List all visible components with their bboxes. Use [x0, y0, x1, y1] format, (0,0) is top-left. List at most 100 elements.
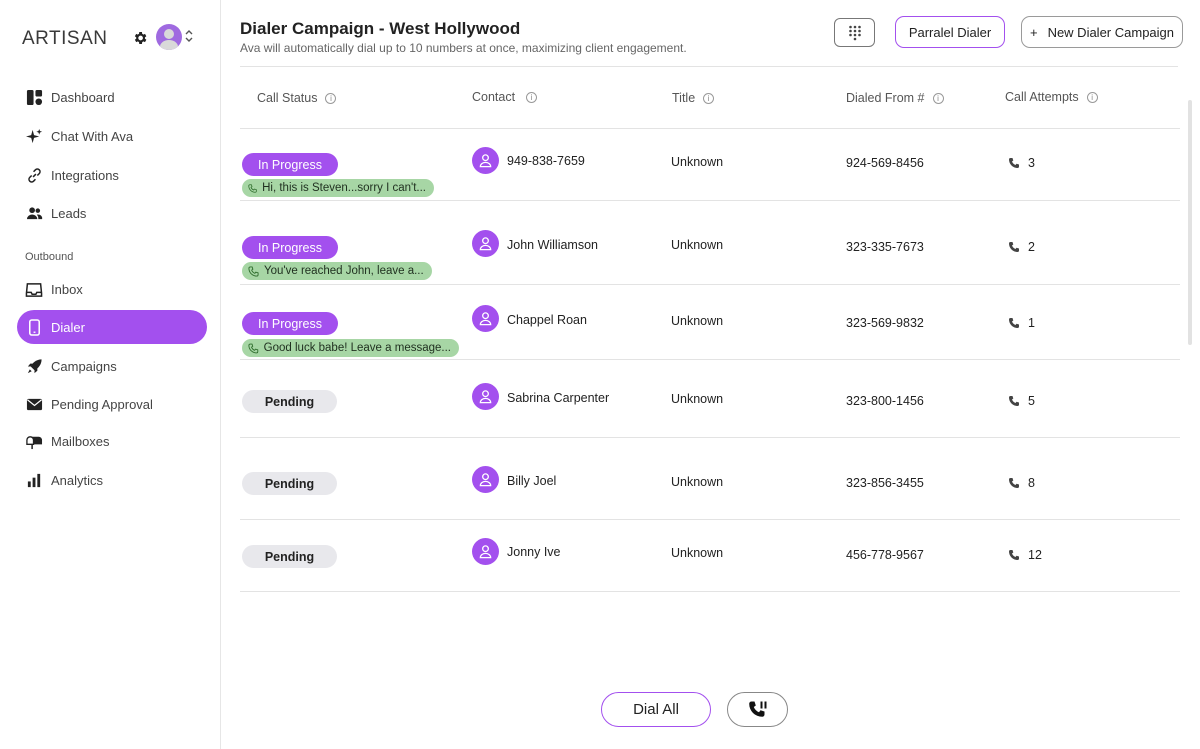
phone-icon: [1009, 318, 1019, 328]
sidebar-item-label: Leads: [51, 205, 87, 221]
keypad-icon: [848, 25, 861, 40]
sidebar-item-label: Analytics: [51, 472, 104, 488]
sidebar-item-label: Mailboxes: [51, 433, 110, 449]
page-subtitle: Ava will automatically dial up to 10 num…: [240, 41, 687, 55]
sidebar-item-pending-approval[interactable]: Pending Approval: [17, 387, 207, 421]
person-icon: [479, 312, 492, 326]
sidebar-item-chat-with-ava[interactable]: Chat With Ava: [17, 119, 207, 153]
column-header-title[interactable]: Title i: [672, 91, 715, 105]
column-header-label: Title: [672, 91, 696, 105]
phone-icon: [1009, 550, 1019, 560]
info-icon[interactable]: i: [703, 92, 715, 104]
phone-icon: [1009, 158, 1019, 168]
rocket-icon: [25, 357, 43, 375]
column-header-dialed-from[interactable]: Dialed From # i: [846, 91, 944, 105]
status-badge: Pending: [242, 390, 337, 413]
contact-name[interactable]: Billy Joel: [507, 474, 556, 488]
sidebar-item-analytics[interactable]: Analytics: [17, 463, 207, 497]
contact-avatar: [472, 305, 499, 332]
info-icon[interactable]: i: [526, 91, 538, 103]
status-badge: Pending: [242, 472, 337, 495]
contact-avatar: [472, 538, 499, 565]
call-attempts: 12: [1008, 548, 1042, 562]
status-badge: In Progress: [242, 312, 338, 335]
sparkle-icon: [25, 127, 43, 145]
info-icon[interactable]: i: [932, 92, 944, 104]
contact-name[interactable]: Chappel Roan: [507, 313, 587, 327]
call-attempts: 5: [1008, 394, 1035, 408]
dialed-from-number: 323-335-7673: [846, 240, 924, 254]
contact-title: Unknown: [671, 475, 724, 489]
call-attempts-count: 3: [1028, 156, 1035, 170]
scrollbar[interactable]: [1188, 100, 1192, 345]
contact-name[interactable]: John Williamson: [507, 238, 598, 252]
contact-name[interactable]: Jonny Ive: [507, 545, 561, 559]
column-header-label: Dialed From #: [846, 91, 925, 105]
dial-all-button[interactable]: Dial All: [601, 692, 711, 727]
new-dialer-campaign-button[interactable]: + New Dialer Campaign: [1021, 16, 1183, 48]
person-icon: [479, 237, 492, 251]
person-icon: [479, 390, 492, 404]
phone-icon: [1009, 242, 1019, 252]
contact-title: Unknown: [671, 392, 724, 406]
row-divider: [240, 359, 1180, 360]
contact-name[interactable]: 949-838-7659: [507, 154, 585, 168]
gear-icon[interactable]: [132, 30, 148, 46]
call-snippet[interactable]: Hi, this is Steven...sorry I can't...: [242, 179, 434, 197]
sidebar-item-dialer[interactable]: Dialer: [17, 310, 207, 344]
person-icon: [479, 154, 492, 168]
status-badge: In Progress: [242, 153, 338, 176]
dialed-from-number: 323-800-1456: [846, 394, 924, 408]
sidebar-item-leads[interactable]: Leads: [17, 196, 207, 230]
status-badge: In Progress: [242, 236, 338, 259]
sidebar-item-dashboard[interactable]: Dashboard: [17, 80, 207, 114]
contact-avatar: [472, 383, 499, 410]
status-badge: Pending: [242, 545, 337, 568]
brand-row: ARTISAN: [22, 24, 207, 52]
call-attempts-count: 12: [1028, 548, 1042, 562]
plus-icon: +: [1029, 24, 1038, 40]
sidebar-item-label: Dashboard: [51, 89, 115, 105]
info-icon[interactable]: i: [325, 92, 337, 104]
sidebar-item-label: Inbox: [51, 281, 83, 297]
brand-logo: ARTISAN: [22, 28, 108, 49]
row-divider: [240, 284, 1180, 285]
call-attempts-count: 5: [1028, 394, 1035, 408]
row-divider: [240, 519, 1180, 520]
envelope-icon: [25, 395, 43, 413]
call-snippet[interactable]: You've reached John, leave a...: [242, 262, 432, 280]
contact-avatar: [472, 230, 499, 257]
call-attempts: 2: [1008, 240, 1035, 254]
sidebar-item-label: Campaigns: [51, 358, 117, 374]
dialed-from-number: 924-569-8456: [846, 156, 924, 170]
people-icon: [25, 204, 43, 222]
column-header-contact[interactable]: Contact i: [472, 90, 538, 104]
phone-icon: [1009, 478, 1019, 488]
phone-pause-icon: [748, 701, 766, 717]
column-header-call-status[interactable]: Call Status i: [257, 91, 337, 105]
row-divider: [240, 128, 1180, 129]
sidebar-item-mailboxes[interactable]: Mailboxes: [17, 424, 207, 458]
contact-title: Unknown: [671, 546, 724, 560]
contact-name[interactable]: Sabrina Carpenter: [507, 391, 609, 405]
row-divider: [240, 200, 1180, 201]
sidebar-item-inbox[interactable]: Inbox: [17, 272, 207, 306]
keypad-button[interactable]: [834, 18, 875, 47]
call-snippet-text: Hi, this is Steven...sorry I can't...: [262, 182, 426, 194]
dashboard-icon: [25, 88, 43, 106]
sidebar: ARTISAN Dashboard Chat With Ava Integrat…: [0, 0, 221, 749]
pause-calls-button[interactable]: [727, 692, 788, 727]
dialed-from-number: 323-569-9832: [846, 316, 924, 330]
sidebar-item-integrations[interactable]: Integrations: [17, 158, 207, 192]
sidebar-item-campaigns[interactable]: Campaigns: [17, 349, 207, 383]
info-icon[interactable]: i: [1086, 91, 1098, 103]
user-avatar[interactable]: [156, 24, 182, 50]
column-header-call-attempts[interactable]: Call Attempts i: [1005, 90, 1098, 104]
parallel-dialer-button[interactable]: Parralel Dialer: [895, 16, 1005, 48]
call-attempts: 1: [1008, 316, 1035, 330]
phone-icon: [1009, 396, 1019, 406]
chevron-updown-icon[interactable]: [184, 26, 194, 46]
person-icon: [479, 545, 492, 559]
sidebar-section-outbound: Outbound: [25, 251, 74, 263]
call-snippet[interactable]: Good luck babe! Leave a message...: [242, 339, 459, 357]
